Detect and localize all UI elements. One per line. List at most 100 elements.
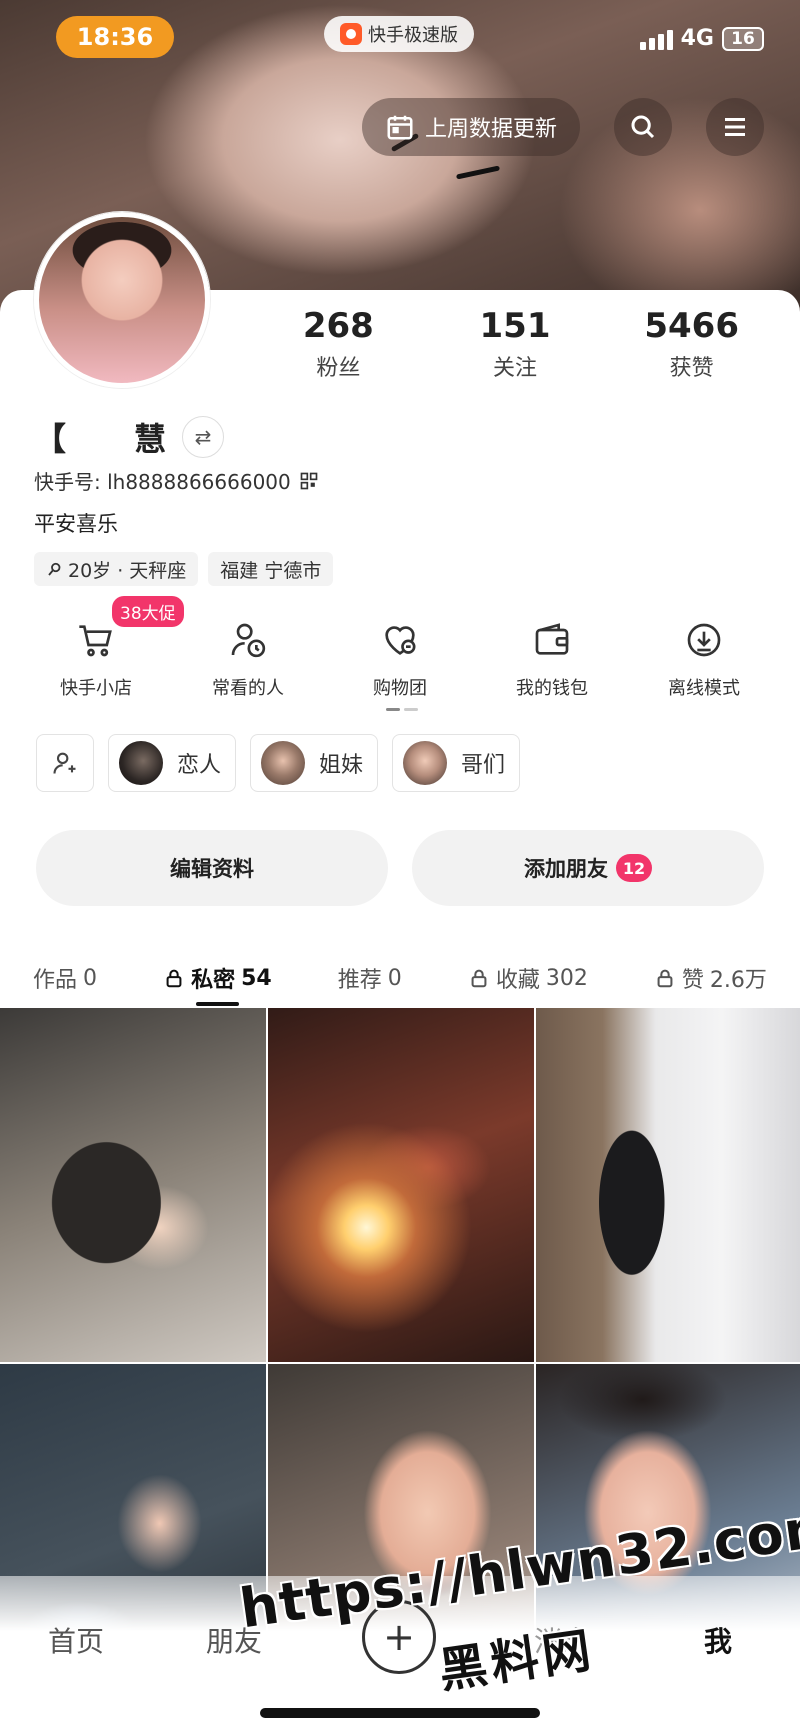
kuaishou-id: 快手号: lh8888866666000	[34, 470, 291, 494]
tool-label: 离线模式	[668, 678, 740, 699]
swap-arrows-icon: ⇄	[194, 425, 212, 449]
search-button[interactable]	[614, 98, 672, 156]
tool-label: 快手小店	[60, 678, 132, 699]
signal-icon	[639, 28, 673, 50]
hamburger-menu-icon	[725, 118, 745, 136]
stat-likes[interactable]: 5466 获赞	[603, 306, 780, 382]
tab-label: 收藏	[495, 968, 540, 993]
profile-name: 慧	[134, 420, 169, 458]
network-type: 4G	[680, 26, 714, 51]
stat-following[interactable]: 151 关注	[427, 306, 604, 382]
weekly-data-update-button[interactable]: 上周数据更新	[362, 98, 580, 156]
stat-label: 获赞	[669, 356, 714, 381]
status-indicators: 4G 16	[639, 26, 764, 51]
kuaishou-id-row[interactable]: 快手号: lh8888866666000	[34, 466, 319, 495]
edit-profile-button[interactable]: 编辑资料	[36, 830, 388, 906]
add-friend-count-badge: 12	[616, 854, 652, 882]
kuaishou-logo-icon	[340, 23, 362, 45]
stat-value: 151	[479, 306, 551, 346]
heart-icon	[385, 626, 416, 655]
home-indicator	[260, 1708, 540, 1718]
stat-followers[interactable]: 268 粉丝	[250, 306, 427, 382]
tab-private[interactable]: 私密 54	[163, 948, 272, 1008]
tab-label: 作品	[33, 968, 78, 993]
app-version-badge: 快手极速版	[324, 16, 474, 52]
edit-profile-label: 编辑资料	[170, 857, 254, 881]
add-person-icon	[53, 752, 76, 774]
search-person-icon	[48, 562, 61, 576]
tab-label: 赞	[681, 968, 704, 993]
tool-shopping-group[interactable]: 购物团	[324, 618, 476, 700]
battery-level: 16	[731, 28, 755, 49]
tab-favorites[interactable]: 收藏 302	[468, 948, 588, 1008]
calendar-icon	[387, 115, 413, 140]
app-version-label: 快手极速版	[368, 25, 458, 46]
lock-icon	[166, 969, 182, 988]
age-zodiac-tag: 20岁 · 天秤座	[34, 552, 199, 586]
relation-chip-lover[interactable]: 恋人	[108, 734, 237, 792]
name-bracket: 【	[34, 420, 69, 458]
add-relation-button[interactable]	[36, 734, 94, 792]
battery-icon: 16	[722, 26, 764, 51]
relation-avatar	[403, 741, 448, 785]
age-zodiac-label: 20岁 · 天秤座	[68, 559, 187, 582]
tool-offline-mode[interactable]: 离线模式	[628, 618, 780, 700]
tab-count: 0	[387, 965, 402, 991]
content-tabs: 作品 0 私密 54 推荐 0 收藏 302 赞 2.6万	[0, 948, 800, 1008]
profile-name-row: 【 慧 ⇄	[34, 414, 225, 460]
tool-wallet[interactable]: 我的钱包	[476, 618, 628, 700]
location-tag: 福建 宁德市	[208, 552, 334, 586]
menu-button[interactable]	[706, 98, 764, 156]
tab-count: 54	[241, 965, 272, 991]
cart-icon	[79, 625, 112, 657]
stat-value: 268	[302, 306, 374, 346]
video-thumbnail[interactable]	[536, 1008, 800, 1362]
video-thumbnail[interactable]	[0, 1008, 266, 1362]
tool-label: 常看的人	[212, 678, 284, 699]
profile-stats: 268 粉丝 151 关注 5466 获赞	[250, 306, 780, 382]
stat-value: 5466	[644, 306, 739, 346]
stat-label: 粉丝	[316, 356, 361, 381]
tab-count: 2.6万	[709, 968, 767, 993]
relation-label: 恋人	[177, 753, 222, 778]
nav-me[interactable]: 我	[704, 1620, 732, 1660]
switch-account-button[interactable]: ⇄	[182, 416, 225, 458]
tab-label: 推荐	[337, 968, 382, 993]
tab-liked[interactable]: 赞 2.6万	[654, 948, 767, 1008]
relation-chip-brothers[interactable]: 哥们	[392, 734, 521, 792]
tool-shop[interactable]: 快手小店 38大促	[20, 596, 184, 700]
tab-works[interactable]: 作品 0	[33, 948, 97, 1008]
relation-chips: 恋人 姐妹 哥们	[36, 734, 521, 792]
tool-label: 我的钱包	[516, 678, 588, 699]
relation-avatar	[261, 741, 306, 785]
add-friend-label: 添加朋友	[524, 857, 608, 881]
lock-icon	[471, 969, 487, 988]
tab-count: 0	[83, 965, 98, 991]
tab-label: 私密	[191, 968, 236, 993]
tool-label: 购物团	[373, 678, 427, 699]
weekly-data-update-label: 上周数据更新	[424, 117, 557, 142]
wallet-icon	[535, 623, 569, 655]
lock-icon	[657, 969, 673, 988]
status-time: 18:36	[56, 16, 174, 58]
qr-code-icon[interactable]	[299, 471, 319, 491]
tool-frequent-people[interactable]: 常看的人	[172, 618, 324, 700]
location-label: 福建 宁德市	[220, 559, 322, 582]
plus-icon: +	[383, 1615, 415, 1659]
add-friend-button[interactable]: 添加朋友 12	[412, 830, 764, 906]
tab-count: 302	[545, 965, 588, 991]
tools-page-indicator	[386, 708, 418, 711]
relation-avatar	[119, 741, 163, 785]
quick-tools: 快手小店 38大促 常看的人 购物团 我的钱包 离线模式	[20, 596, 780, 700]
relation-chip-sisters[interactable]: 姐妹	[250, 734, 379, 792]
relation-label: 姐妹	[319, 753, 364, 778]
relation-label: 哥们	[461, 753, 506, 778]
video-thumbnail[interactable]	[268, 1008, 534, 1362]
nav-home[interactable]: 首页	[48, 1620, 104, 1660]
profile-tags: 20岁 · 天秤座 福建 宁德市	[34, 552, 334, 586]
tab-recommended[interactable]: 推荐 0	[338, 948, 402, 1008]
person-clock-icon	[231, 623, 266, 658]
search-icon	[631, 115, 655, 139]
stat-label: 关注	[493, 356, 538, 381]
avatar[interactable]	[34, 212, 210, 388]
